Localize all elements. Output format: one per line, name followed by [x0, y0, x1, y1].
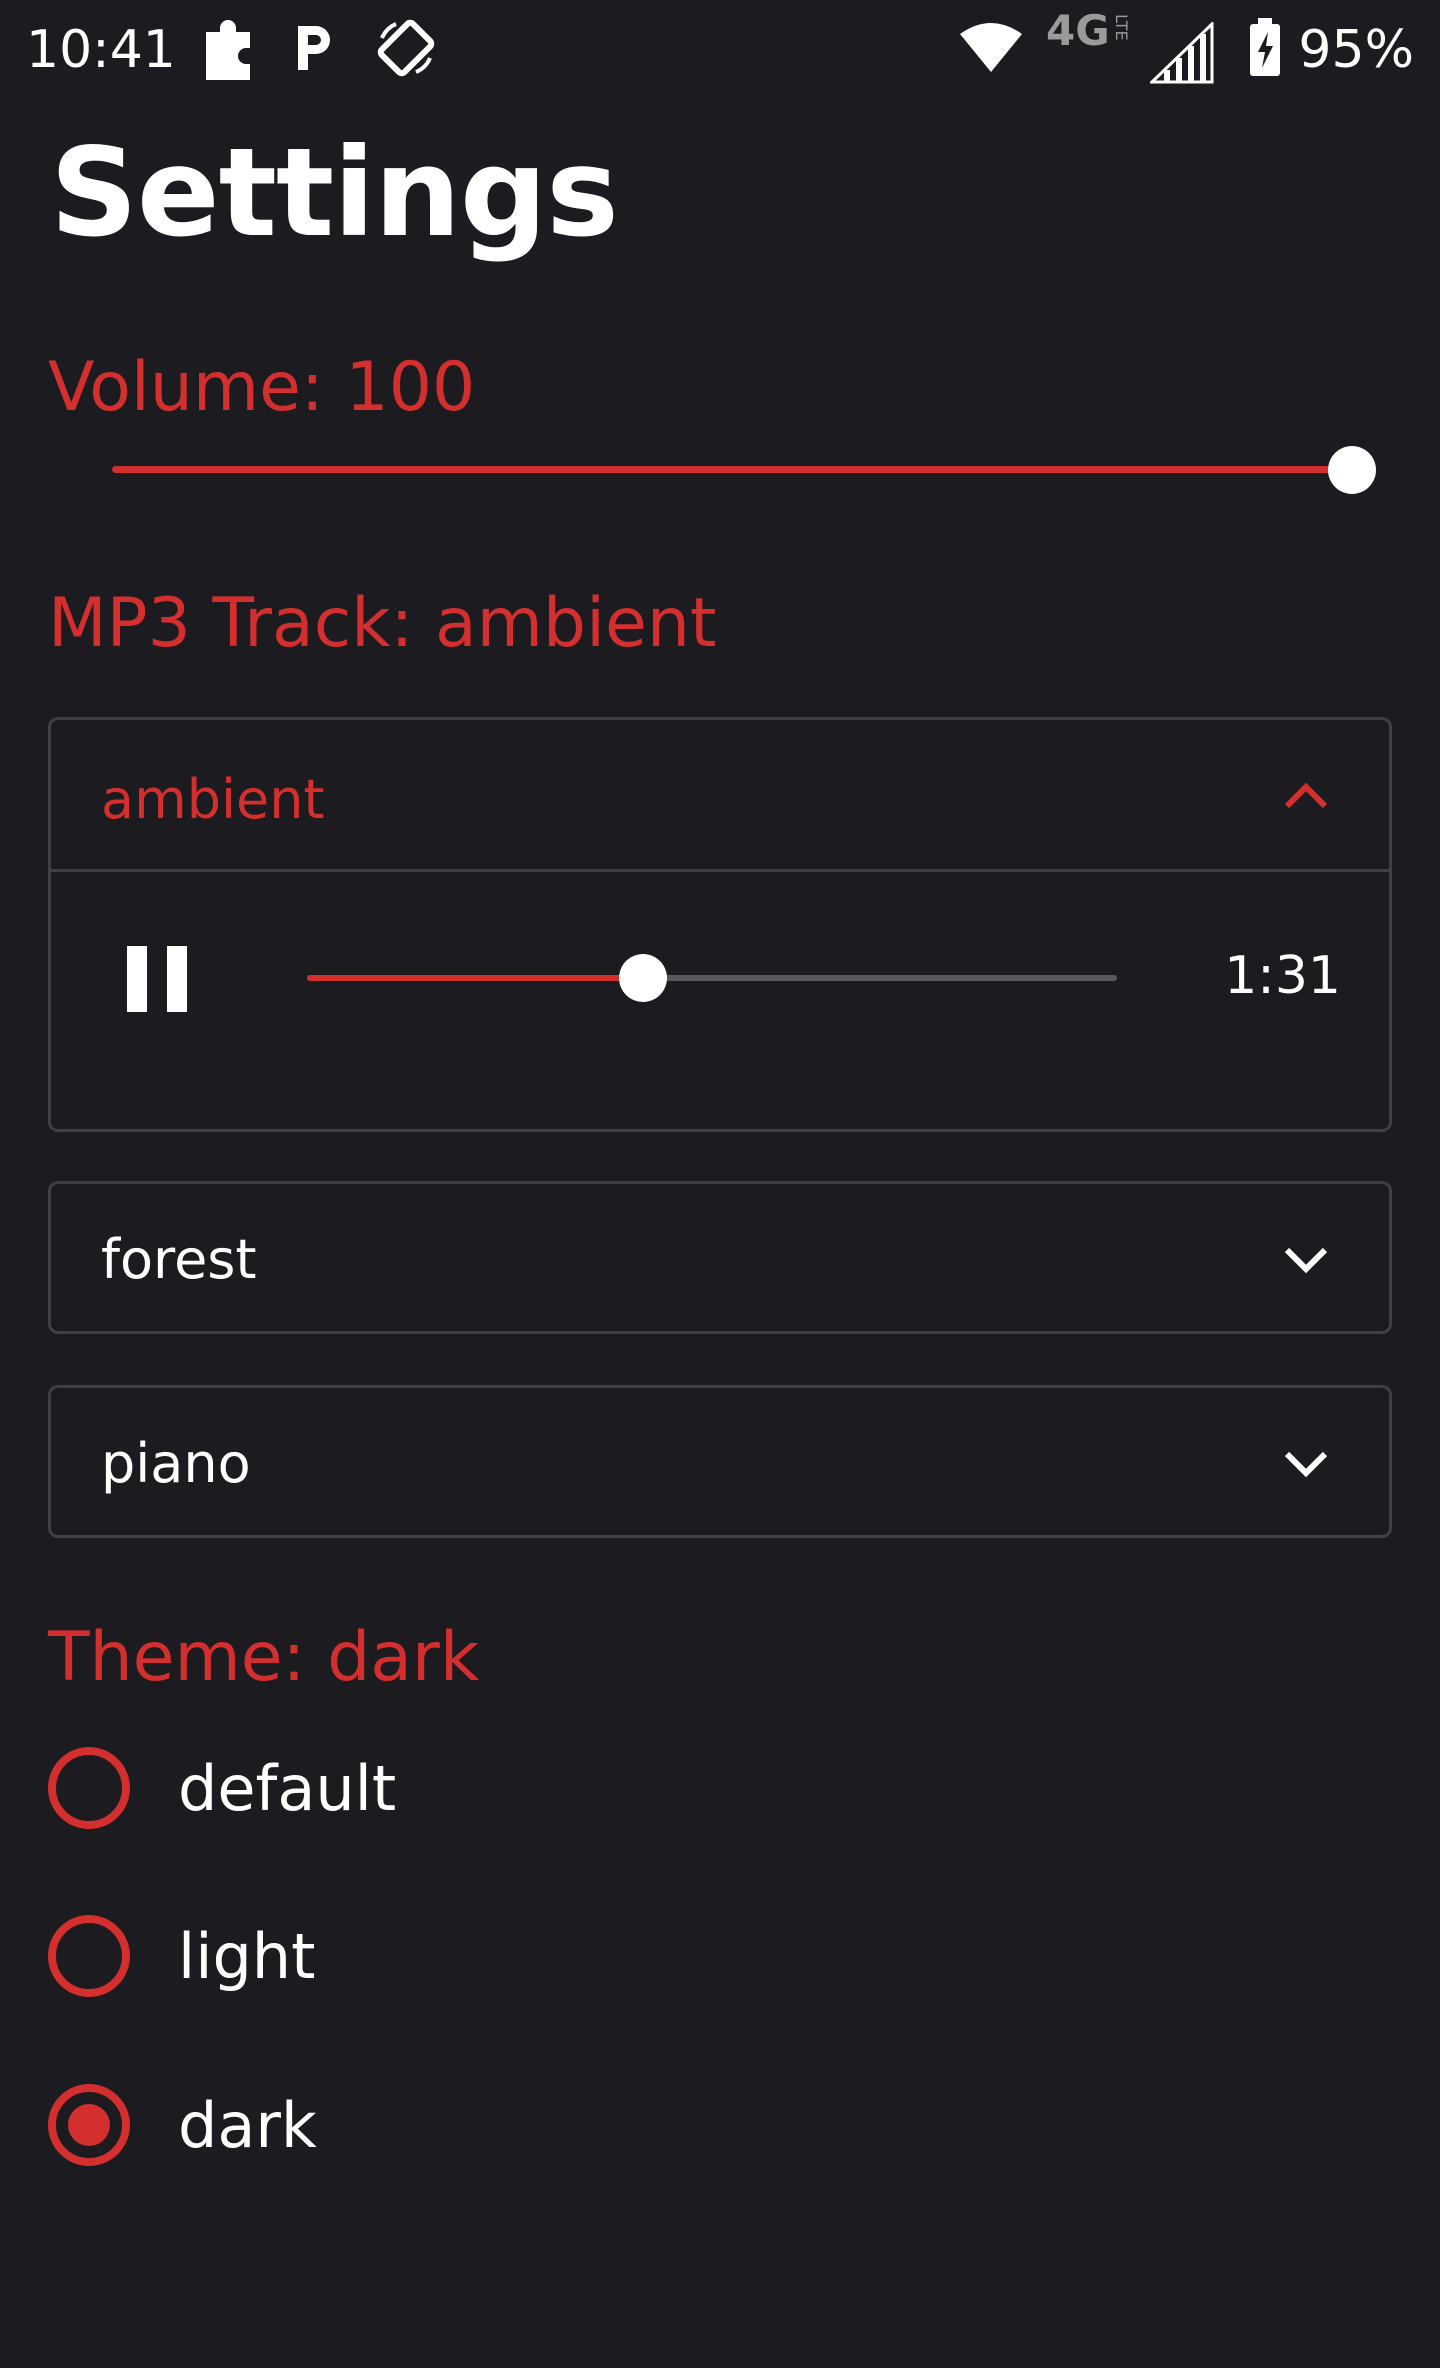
volume-slider-track	[112, 466, 1352, 473]
track-label: MP3 Track: ambient	[48, 584, 717, 663]
status-bar: 10:41 4G LTE 95%	[0, 0, 1440, 110]
track-panel-header[interactable]: ambient	[51, 720, 1389, 872]
parking-icon	[298, 26, 330, 70]
radio-label: default	[178, 1752, 397, 1825]
battery-percentage: 95%	[1298, 20, 1414, 80]
pause-button[interactable]	[127, 946, 191, 1012]
track-name: piano	[101, 1432, 251, 1495]
track-time: 1:31	[1224, 946, 1341, 1006]
theme-label: Theme: dark	[48, 1618, 480, 1697]
track-panel-piano[interactable]: piano	[48, 1385, 1392, 1538]
status-time: 10:41	[26, 20, 176, 80]
theme-option-light[interactable]: light	[48, 1915, 748, 2025]
radio-label: light	[178, 1920, 316, 1993]
track-seek-slider[interactable]	[307, 950, 1117, 1006]
volume-label: Volume: 100	[48, 348, 476, 427]
radio-label: dark	[178, 2089, 317, 2162]
seek-thumb[interactable]	[619, 954, 668, 1002]
signal-icon	[1150, 22, 1214, 84]
settings-screen: 10:41 4G LTE 95% Settings Volume: 100 MP…	[0, 0, 1440, 2368]
theme-option-dark[interactable]: dark	[48, 2084, 748, 2194]
seek-progress	[307, 975, 644, 981]
screen-rotate-icon	[377, 19, 435, 77]
radio-button[interactable]	[48, 2084, 130, 2166]
radio-button[interactable]	[48, 1747, 130, 1829]
chevron-down-icon[interactable]	[1281, 1234, 1331, 1284]
network-type: 4G	[1046, 6, 1110, 55]
track-name: ambient	[101, 768, 325, 831]
radio-selected-dot	[68, 2104, 110, 2146]
network-subtype: LTE	[1112, 14, 1131, 41]
track-panel-ambient: ambient 1:31	[48, 717, 1392, 1132]
puzzle-icon	[206, 20, 250, 80]
track-panel-forest[interactable]: forest	[48, 1181, 1392, 1334]
wifi-icon	[960, 23, 1022, 72]
battery-charging-icon	[1250, 18, 1280, 76]
theme-option-default[interactable]: default	[48, 1747, 748, 1857]
chevron-down-icon[interactable]	[1281, 1438, 1331, 1488]
volume-slider[interactable]	[112, 442, 1376, 498]
track-name: forest	[101, 1228, 257, 1291]
page-title: Settings	[50, 122, 619, 264]
volume-slider-thumb[interactable]	[1328, 446, 1376, 494]
radio-button[interactable]	[48, 1915, 130, 1997]
chevron-up-icon[interactable]	[1281, 772, 1331, 822]
